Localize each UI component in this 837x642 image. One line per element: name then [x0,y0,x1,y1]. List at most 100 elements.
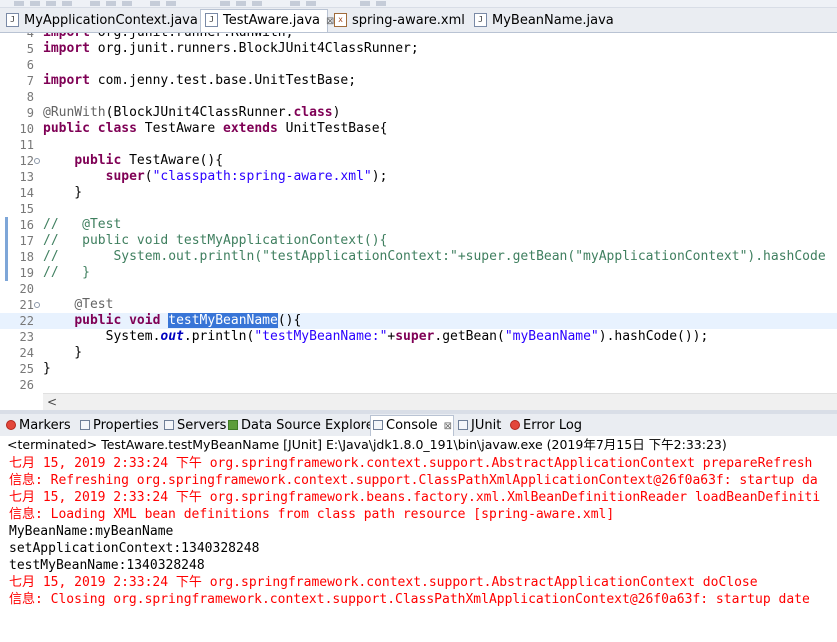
console-line: 信息: Refreshing org.springframework.conte… [9,473,818,488]
java-file-icon: J [6,12,19,27]
panel-tab-junit[interactable]: JUnit [456,416,506,435]
line-number: 26 [19,378,34,392]
tab-mybeanname-java[interactable]: J MyBeanName.java [470,10,614,31]
code-line: 14 } [0,185,837,201]
scroll-left-arrow-icon[interactable]: < [47,394,57,410]
properties-icon [80,419,90,430]
line-number: 21 [19,298,34,312]
code-text: @Test [74,297,114,312]
line-number: 19 [19,266,34,280]
tab-spring-aware-xml[interactable]: x spring-aware.xml [330,10,466,31]
console-process-header: <terminated> TestAware.testMyBeanName [J… [0,436,837,454]
code-line: 22 public void testMyBeanName(){ [0,313,837,329]
panel-tab-label: Markers [19,418,71,433]
panel-tab-label: JUnit [471,418,502,433]
code-text: // } [43,265,90,280]
code-line: 6 [0,57,837,73]
line-number: 13 [19,170,34,184]
line-number: 25 [19,362,34,376]
line-number: 4 [26,33,34,40]
panel-tab-label: Properties [93,418,159,433]
servers-icon [164,419,174,430]
code-line: 9 @RunWith(BlockJUnit4ClassRunner.class) [0,105,837,121]
horizontal-scrollbar[interactable]: < [43,393,837,410]
console-line: MyBeanName:myBeanName [9,524,174,539]
close-tab-icon[interactable]: ⊠ [444,421,452,432]
line-number: 15 [19,202,34,216]
code-text: public class TestAware extends UnitTestB… [43,121,388,136]
code-line: 8 [0,89,837,105]
code-text: public TestAware(){ [74,153,224,168]
tab-label: MyApplicationContext.java [24,13,198,28]
code-text: @RunWith(BlockJUnit4ClassRunner.class) [43,105,341,120]
code-line: 5 import org.junit.runners.BlockJUnit4Cla… [0,41,837,57]
line-number: 23 [19,330,34,344]
code-line: 17 // public void testMyApplicationContex… [0,233,837,249]
panel-tab-console[interactable]: Console ⊠ [370,415,454,436]
code-editor[interactable]: 4 import org.junit.runner.RunWith; 5 import… [0,33,837,393]
panel-tab-data-source-explorer[interactable]: Data Source Explorer [226,416,379,435]
code-line: 19 // } [0,265,837,281]
code-text: super("classpath:spring-aware.xml"); [105,169,388,184]
code-text: } [43,185,83,200]
line-number: 11 [19,138,34,152]
panel-tab-properties[interactable]: Properties [78,416,160,435]
code-line: 26 [0,377,837,393]
tab-testaware-java[interactable]: J TestAware.java ⊠ [200,9,334,32]
error-log-icon [510,419,520,430]
code-line: 18 // System.out.println("testApplication… [0,249,837,265]
code-text: // public void testMyApplicationContext(… [43,233,388,248]
console-line: testMyBeanName:1340328248 [9,558,205,573]
line-number: 18 [19,250,34,264]
line-number: 20 [19,282,34,296]
code-text: } [43,361,51,376]
console-line: 七月 15, 2019 2:33:24 下午 org.springframewo… [9,575,758,590]
fold-toggle-icon[interactable] [34,158,40,164]
markers-icon [6,419,16,430]
editor-tab-bar: J MyApplicationContext.java J TestAware.ja… [0,8,837,33]
console-line: 信息: Loading XML bean definitions from cl… [9,507,615,522]
code-line: 25} [0,361,837,377]
panel-tab-markers[interactable]: Markers [4,416,76,435]
panel-tab-servers[interactable]: Servers [162,416,226,435]
code-line: 16 // @Test [0,217,837,233]
console-line: 七月 15, 2019 2:33:24 下午 org.springframewo… [9,490,821,505]
tab-myapplicationcontext-java[interactable]: J MyApplicationContext.java [2,10,198,31]
line-number: 10 [19,122,34,136]
tab-label: TestAware.java [223,13,320,28]
tab-label: spring-aware.xml [352,13,465,28]
code-text: // System.out.println("testApplicationCo… [43,249,826,264]
code-line: 24 } [0,345,837,361]
main-toolbar [0,0,837,8]
code-line: 15 [0,201,837,217]
junit-icon [458,419,468,430]
line-number: 5 [26,42,34,56]
line-number: 17 [19,234,34,248]
code-text: import org.junit.runner.RunWith; [43,33,293,41]
code-text: import org.junit.runners.BlockJUnit4Clas… [43,41,419,56]
panel-tab-error-log[interactable]: Error Log [508,416,584,435]
panel-tab-label: Data Source Explorer [241,418,380,433]
code-line: 7 import com.jenny.test.base.UnitTestBase… [0,73,837,89]
java-file-icon: J [474,12,487,27]
code-text: import com.jenny.test.base.UnitTestBase; [43,73,357,88]
code-text: } [43,345,83,360]
code-line: 10 public class TestAware extends UnitTes… [0,121,837,137]
console-icon [373,419,383,430]
panel-tab-label: Error Log [523,418,583,433]
console-output[interactable]: 七月 15, 2019 2:33:24 下午 org.springframewo… [0,455,837,642]
code-line: 12 public TestAware(){ [0,153,837,169]
xml-file-icon: x [334,12,347,27]
code-text: // @Test [43,217,122,232]
console-line: 信息: Closing org.springframework.context.… [9,592,810,607]
line-number: 14 [19,186,34,200]
code-line: 20 [0,281,837,297]
tab-label: MyBeanName.java [492,13,614,28]
panel-tab-label: Console [386,418,438,433]
line-number: 16 [19,218,34,232]
data-source-explorer-icon [228,419,238,430]
code-line: 13 super("classpath:spring-aware.xml"); [0,169,837,185]
fold-toggle-icon[interactable] [34,302,40,308]
line-number: 6 [26,58,34,72]
line-number: 24 [19,346,34,360]
